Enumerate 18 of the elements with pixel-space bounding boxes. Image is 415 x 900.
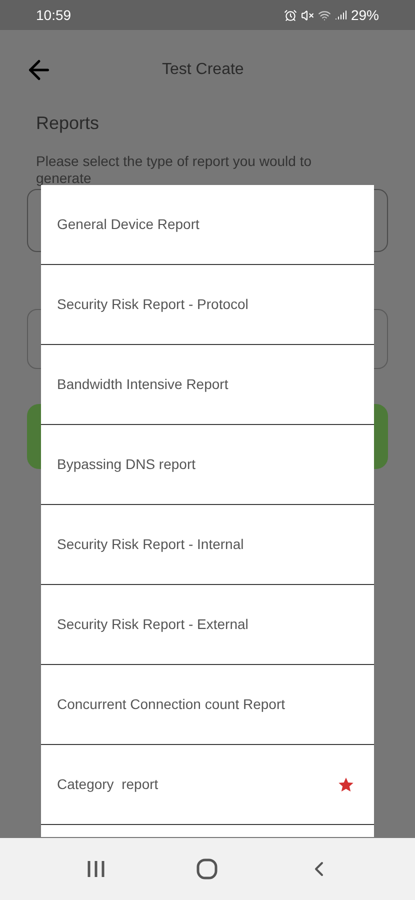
report-option[interactable]: Security Risk Report - Internal <box>41 505 374 584</box>
wifi-icon <box>318 8 331 22</box>
report-option[interactable]: Bandwidth Intensive Report <box>41 345 374 424</box>
section-title: Reports <box>36 112 100 135</box>
instruction-text: Please select the type of report you would to generate <box>36 153 312 187</box>
star-icon <box>338 776 354 792</box>
report-option[interactable]: Concurrent Connection count Report <box>41 665 374 744</box>
status-time: 10:59 <box>36 6 72 24</box>
report-option[interactable]: Security Risk Report - Protocol <box>41 265 374 344</box>
mute-icon <box>300 8 314 22</box>
home-icon[interactable] <box>196 858 218 880</box>
screen-title: Test Create <box>162 60 244 80</box>
report-option[interactable]: General Device Report <box>41 185 374 264</box>
alarm-icon <box>284 8 297 22</box>
report-option[interactable]: Security Risk Report - External <box>41 585 374 664</box>
battery-level: 29% <box>350 6 379 24</box>
report-option[interactable]: Bypassing DNS report <box>41 425 374 504</box>
report-option[interactable]: Category report <box>41 745 374 824</box>
